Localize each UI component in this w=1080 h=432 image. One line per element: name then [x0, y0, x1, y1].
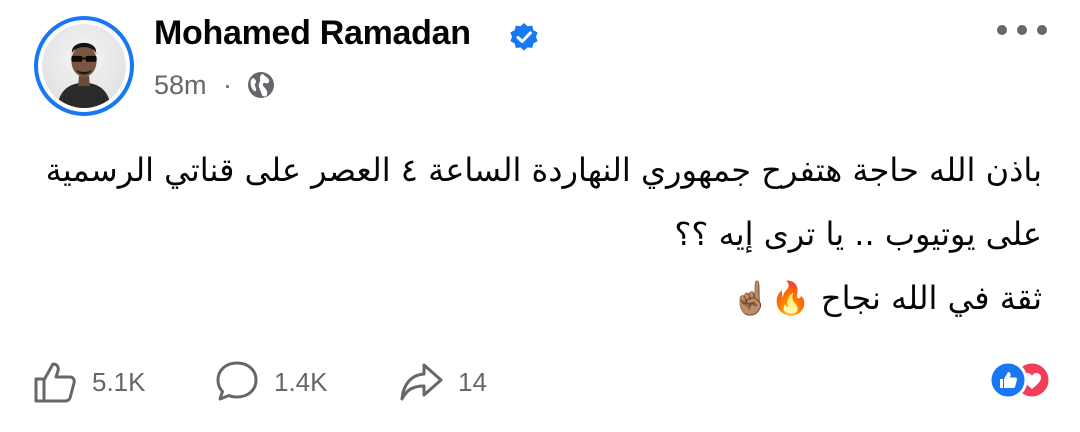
- avatar[interactable]: [34, 16, 134, 116]
- comment-bubble-icon: [216, 361, 258, 401]
- globe-icon[interactable]: [246, 70, 276, 100]
- post-text: باذن الله حاجة هتفرح جمهوري النهاردة الس…: [32, 138, 1042, 330]
- facebook-post: Mohamed Ramadan 58m · باذن الله حاجة هتف…: [0, 0, 1080, 432]
- comment-count: 1.4K: [274, 366, 328, 397]
- meta-separator: ·: [223, 70, 232, 100]
- thumbs-up-icon: [34, 362, 76, 403]
- fire-pointing-emoji: 🔥☝🏽: [731, 279, 811, 317]
- author-name[interactable]: Mohamed Ramadan: [154, 14, 471, 53]
- post-line: ثقة في الله نجاح 🔥☝🏽: [32, 266, 1042, 330]
- post-line: على يوتيوب .. يا ترى إيه ؟؟: [674, 215, 1042, 253]
- more-options-icon[interactable]: [994, 18, 1050, 42]
- person-silhouette-icon: [57, 42, 111, 108]
- post-line-text: ثقة في الله نجاح: [820, 279, 1042, 317]
- share-arrow-icon: [400, 363, 443, 401]
- profile-picture: [42, 24, 126, 108]
- comment-button[interactable]: 1.4K: [214, 356, 328, 408]
- like-button[interactable]: 5.1K: [32, 356, 146, 408]
- verified-badge-icon: [510, 23, 538, 51]
- share-button[interactable]: 14: [398, 356, 487, 408]
- post-timestamp[interactable]: 58m: [154, 70, 207, 101]
- reaction-summary[interactable]: [988, 360, 1052, 400]
- like-count: 5.1K: [92, 366, 146, 397]
- share-count: 14: [458, 366, 487, 397]
- reactions-icon: [988, 360, 1052, 400]
- post-line: باذن الله حاجة هتفرح جمهوري النهاردة الس…: [45, 151, 1042, 189]
